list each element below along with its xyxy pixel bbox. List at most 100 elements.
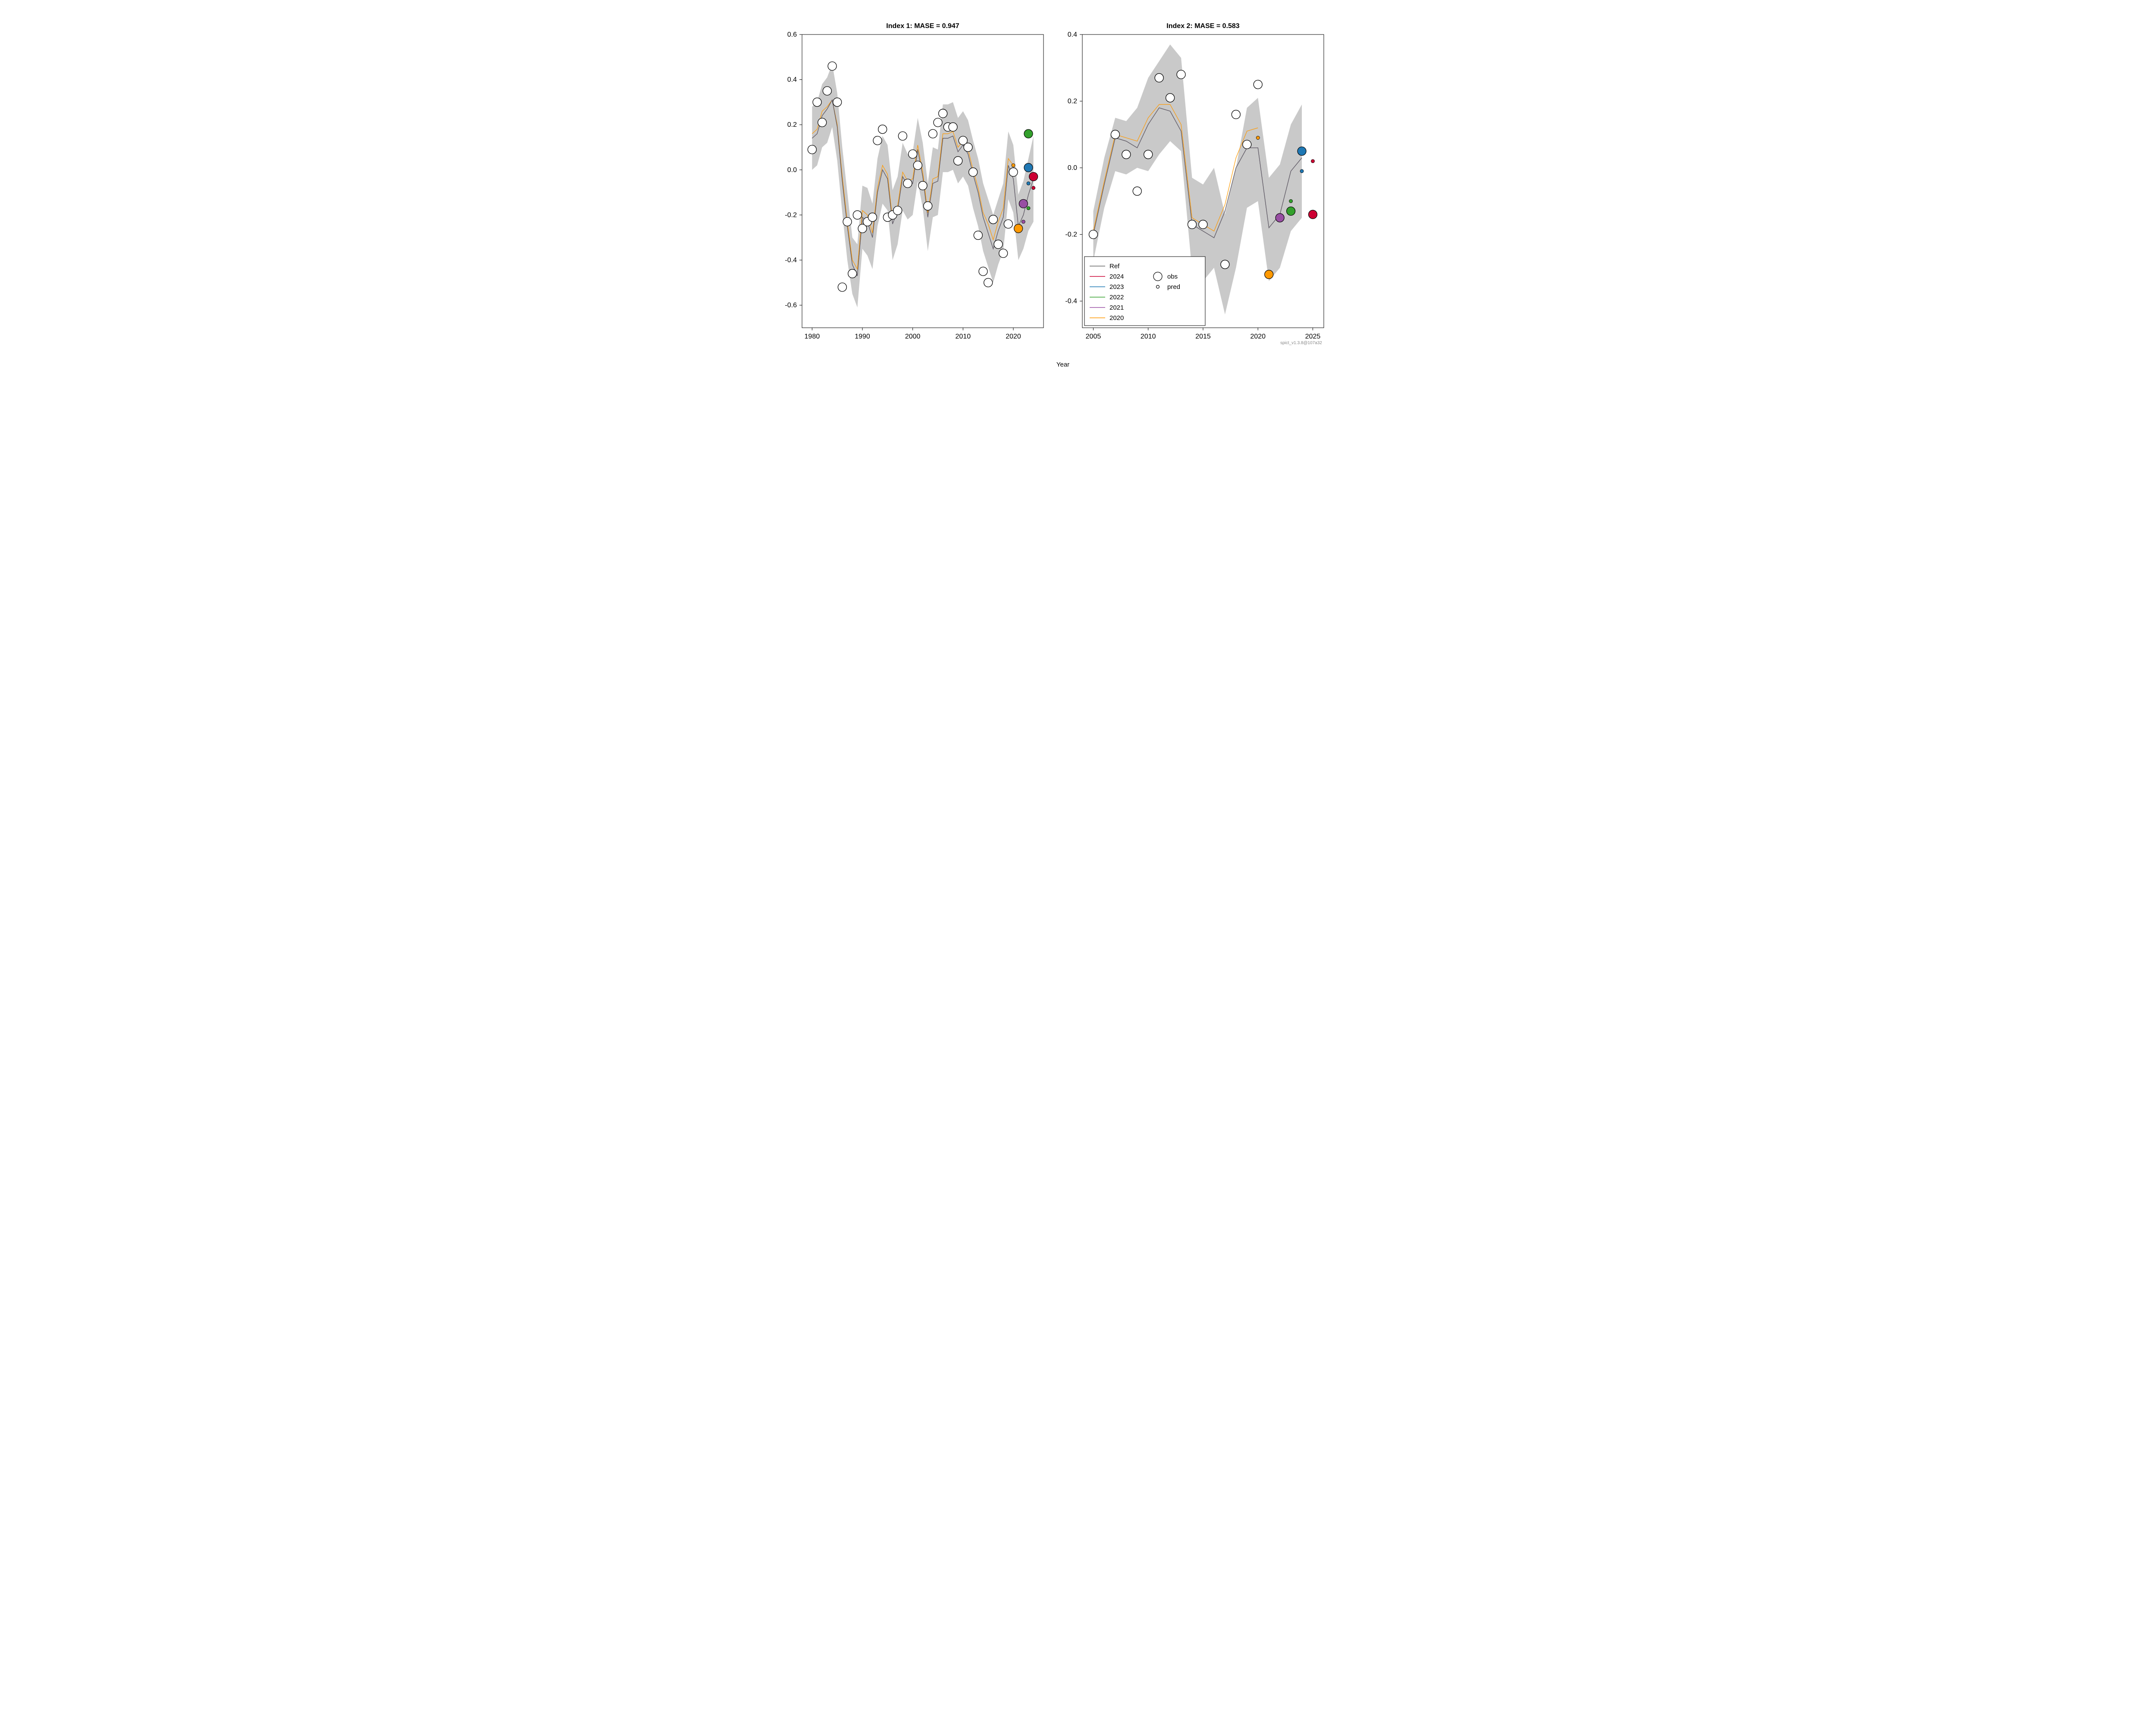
pred-point: [1012, 163, 1015, 167]
obs-point: [1221, 260, 1229, 269]
legend-line-label: 2021: [1109, 304, 1124, 311]
obs-point: [1177, 70, 1185, 79]
svg-text:1990: 1990: [855, 333, 870, 340]
pred-point: [1024, 129, 1033, 138]
pred-point: [1287, 207, 1295, 216]
obs-point: [1133, 187, 1141, 195]
obs-point: [939, 109, 947, 118]
svg-text:-0.2: -0.2: [785, 211, 797, 219]
pred-point: [1297, 147, 1306, 155]
svg-text:-0.4: -0.4: [785, 257, 797, 264]
obs-point: [833, 98, 842, 107]
obs-point: [928, 129, 937, 138]
obs-point: [848, 269, 857, 278]
obs-point: [1111, 130, 1119, 139]
svg-text:2010: 2010: [956, 333, 971, 340]
obs-point: [974, 231, 982, 240]
pred-point: [1275, 213, 1284, 222]
svg-text:-0.4: -0.4: [1065, 298, 1077, 305]
obs-point: [898, 132, 907, 140]
obs-point: [1144, 150, 1153, 159]
obs-point: [853, 210, 862, 219]
pred-point: [1029, 172, 1038, 181]
obs-point: [868, 213, 877, 222]
credit-text: spict_v1.3.8@107a32: [1280, 341, 1322, 345]
panel-title: Index 1: MASE = 0.947: [886, 22, 959, 30]
obs-point: [873, 136, 882, 145]
svg-text:2020: 2020: [1250, 333, 1266, 340]
svg-text:2025: 2025: [1305, 333, 1321, 340]
obs-point: [1243, 140, 1251, 149]
pred-point: [1019, 199, 1028, 208]
obs-point: [924, 202, 932, 210]
svg-text:2000: 2000: [905, 333, 921, 340]
pred-point: [1309, 210, 1317, 219]
svg-text:0.0: 0.0: [1068, 164, 1077, 172]
pred-point: [1265, 270, 1273, 279]
obs-point: [1089, 230, 1097, 239]
obs-point: [1004, 220, 1012, 228]
obs-point: [1122, 150, 1131, 159]
obs-point: [1009, 168, 1018, 176]
svg-text:2020: 2020: [1006, 333, 1021, 340]
svg-text:-0.2: -0.2: [1065, 231, 1077, 238]
svg-text:0.2: 0.2: [787, 121, 797, 129]
obs-point: [1188, 220, 1197, 229]
obs-point: [878, 125, 887, 134]
svg-text:1980: 1980: [805, 333, 820, 340]
pred-point: [1032, 186, 1035, 190]
obs-point: [979, 267, 987, 276]
obs-point: [893, 206, 902, 215]
legend-line-label: 2020: [1109, 314, 1124, 322]
svg-text:-0.6: -0.6: [785, 302, 797, 309]
obs-point: [1155, 73, 1163, 82]
obs-point: [1199, 220, 1207, 229]
obs-point: [843, 217, 852, 226]
obs-point: [1253, 80, 1262, 89]
svg-text:0.6: 0.6: [787, 31, 797, 38]
obs-point: [949, 122, 957, 131]
svg-text:0.4: 0.4: [1068, 31, 1077, 38]
pred-point: [1256, 136, 1260, 140]
obs-point: [903, 179, 912, 188]
legend-marker-label: obs: [1167, 273, 1178, 280]
pred-point: [1289, 199, 1293, 203]
svg-text:0.0: 0.0: [787, 166, 797, 174]
obs-point: [808, 145, 816, 154]
obs-point: [994, 240, 1003, 248]
legend-line-label: 2022: [1109, 294, 1124, 301]
legend-line-label: 2023: [1109, 283, 1124, 291]
legend: Ref 2024 2023 2022 2021 2020 obs pred: [1084, 257, 1205, 326]
svg-text:2010: 2010: [1141, 333, 1156, 340]
obs-point: [913, 161, 922, 169]
obs-point: [969, 168, 978, 176]
obs-point: [813, 98, 821, 107]
pred-point: [1300, 169, 1304, 173]
x-axis-label: Year: [1056, 361, 1069, 368]
obs-point: [828, 62, 837, 70]
legend-line-label: 2024: [1109, 273, 1124, 280]
pred-point: [1014, 224, 1023, 233]
svg-text:2005: 2005: [1086, 333, 1101, 340]
svg-text:0.4: 0.4: [787, 76, 797, 84]
pred-point: [1024, 163, 1033, 172]
chart-canvas: -0.6 -0.4 -0.2 0.0 0.2 0.4 0.6 1980 1990 2000 2010…: [759, 9, 1397, 397]
panel-title: Index 2: MASE = 0.583: [1166, 22, 1240, 30]
obs-point: [999, 249, 1008, 257]
obs-point: [823, 87, 831, 95]
obs-point: [1232, 110, 1240, 119]
legend-line-label: Ref: [1109, 263, 1120, 270]
obs-point: [989, 215, 997, 224]
obs-point: [838, 283, 846, 292]
obs-point: [818, 118, 827, 127]
obs-point: [934, 118, 942, 127]
obs-point: [918, 181, 927, 190]
svg-text:2015: 2015: [1195, 333, 1211, 340]
obs-point: [984, 278, 993, 287]
svg-text:0.2: 0.2: [1068, 98, 1077, 105]
legend-marker-label: pred: [1167, 283, 1180, 291]
obs-point: [964, 143, 972, 152]
pred-point: [1027, 207, 1030, 210]
pred-point: [1027, 182, 1030, 185]
pred-point: [1311, 160, 1315, 163]
